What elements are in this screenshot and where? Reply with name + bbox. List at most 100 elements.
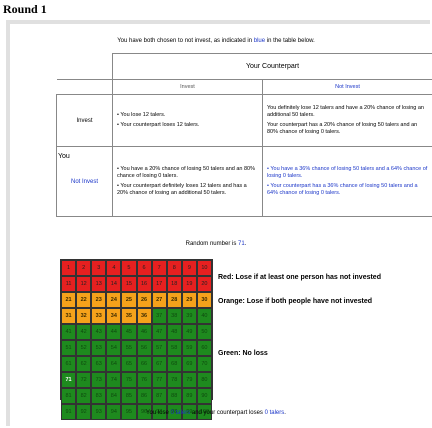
grid-cell: 11 — [61, 276, 77, 292]
intro-highlight: blue — [253, 38, 266, 44]
grid-cell: 70 — [196, 356, 212, 372]
grid-cell: 60 — [196, 340, 212, 356]
counterpart-loss: 0 talers — [264, 410, 285, 416]
grid-cell: 10 — [196, 260, 212, 276]
col-invest: Invest — [112, 79, 263, 95]
col-not-invest: Not Invest — [262, 79, 432, 95]
grid-cell: 72 — [76, 372, 92, 388]
legend-green: Green: No loss — [218, 350, 268, 357]
grid-cell: 6 — [136, 260, 152, 276]
grid-cell: 59 — [181, 340, 197, 356]
random-number-value: 71 — [238, 241, 245, 247]
grid-cell: 62 — [76, 356, 92, 372]
grid-cell: 52 — [76, 340, 92, 356]
cell-notinvest-invest: • You have a 20% chance of losing 50 tal… — [112, 146, 263, 217]
grid-cell: 40 — [196, 308, 212, 324]
grid-cell: 18 — [166, 276, 182, 292]
grid-cell: 23 — [91, 292, 107, 308]
grid-cell: 37 — [151, 308, 167, 324]
grid-cell: 85 — [121, 388, 137, 404]
grid-cell: 31 — [61, 308, 77, 324]
random-number-text: Random number is 71. — [185, 241, 247, 247]
grid-cell: 87 — [151, 388, 167, 404]
grid-cell: 61 — [61, 356, 77, 372]
grid-cell: 82 — [76, 388, 92, 404]
grid-cell: 66 — [136, 356, 152, 372]
grid-cell: 89 — [181, 388, 197, 404]
grid-cell: 68 — [166, 356, 182, 372]
you-label: You — [58, 153, 70, 160]
grid-cell: 38 — [166, 308, 182, 324]
grid-cell: 54 — [106, 340, 122, 356]
grid-cell: 9 — [181, 260, 197, 276]
grid-cell: 19 — [181, 276, 197, 292]
cell-invest-invest: • You lose 12 talers. • Your counterpart … — [112, 94, 263, 147]
grid-cell: 7 — [151, 260, 167, 276]
grid-cell: 75 — [121, 372, 137, 388]
grid-cell: 33 — [91, 308, 107, 324]
grid-cell: 32 — [76, 308, 92, 324]
grid-cell: 65 — [121, 356, 137, 372]
grid-cell: 51 — [61, 340, 77, 356]
grid-cell: 76 — [136, 372, 152, 388]
grid-cell: 26 — [136, 292, 152, 308]
outcome-text: You lose 0 talers and your counterpart l… — [146, 410, 286, 416]
grid-cell: 29 — [181, 292, 197, 308]
cell-invest-notinvest: You definitely lose 12 talers and have a… — [262, 94, 432, 147]
cell-notinvest-notinvest: • You have a 36% chance of losing 50 tal… — [262, 146, 432, 217]
grid-cell: 83 — [91, 388, 107, 404]
grid-cell: 17 — [151, 276, 167, 292]
grid-cell: 1 — [61, 260, 77, 276]
grid-cell: 57 — [151, 340, 167, 356]
grid-cell: 90 — [196, 388, 212, 404]
grid-cell: 48 — [166, 324, 182, 340]
grid-cell: 39 — [181, 308, 197, 324]
intro-text: You have both chosen to not invest, as i… — [0, 38, 432, 44]
grid-cell: 46 — [136, 324, 152, 340]
grid-cell: 84 — [106, 388, 122, 404]
row-invest: Invest — [56, 94, 113, 147]
grid-cell: 41 — [61, 324, 77, 340]
grid-cell: 67 — [151, 356, 167, 372]
grid-cell: 73 — [91, 372, 107, 388]
intro-suffix: in the table below. — [266, 38, 315, 44]
grid-cell: 4 — [106, 260, 122, 276]
grid-cell: 53 — [91, 340, 107, 356]
grid-cell: 69 — [181, 356, 197, 372]
grid-cell: 15 — [121, 276, 137, 292]
grid-cell: 79 — [181, 372, 197, 388]
grid-cell: 77 — [151, 372, 167, 388]
legend-red: Red: Lose if at least one person has not… — [218, 274, 381, 281]
grid-cell: 3 — [91, 260, 107, 276]
grid-cell: 30 — [196, 292, 212, 308]
grid-cell: 5 — [121, 260, 137, 276]
counterpart-header: Your Counterpart — [112, 53, 432, 80]
grid-cell: 45 — [121, 324, 137, 340]
payoff-table: Your Counterpart Invest Not Invest Inves… — [56, 53, 432, 217]
intro-prefix: You have both chosen to not invest, as i… — [117, 38, 253, 44]
grid-cell: 27 — [151, 292, 167, 308]
grid-cell: 56 — [136, 340, 152, 356]
grid-cell: 43 — [91, 324, 107, 340]
grid-cell: 50 — [196, 324, 212, 340]
grid-cell: 16 — [136, 276, 152, 292]
grid-cell: 36 — [136, 308, 152, 324]
grid-cell: 14 — [106, 276, 122, 292]
your-loss: 0 talers — [170, 410, 191, 416]
grid-cell: 55 — [121, 340, 137, 356]
grid-cell: 81 — [61, 388, 77, 404]
legend-orange: Orange: Lose if both people have not inv… — [218, 298, 373, 305]
grid-cell: 28 — [166, 292, 182, 308]
grid-cell: 63 — [91, 356, 107, 372]
grid-cell: 78 — [166, 372, 182, 388]
grid-cell: 44 — [106, 324, 122, 340]
grid-cell: 24 — [106, 292, 122, 308]
grid-cell: 64 — [106, 356, 122, 372]
grid-cell: 20 — [196, 276, 212, 292]
grid-cell: 47 — [151, 324, 167, 340]
grid-cell: 42 — [76, 324, 92, 340]
risk-grid: 1 2 3 4 5 6 7 8 9 10 11 12 13 14 15 16 17 18 19 20 21 22 23 24 2… — [60, 259, 213, 420]
grid-cell: 86 — [136, 388, 152, 404]
grid-cell: 74 — [106, 372, 122, 388]
grid-cell: 13 — [91, 276, 107, 292]
